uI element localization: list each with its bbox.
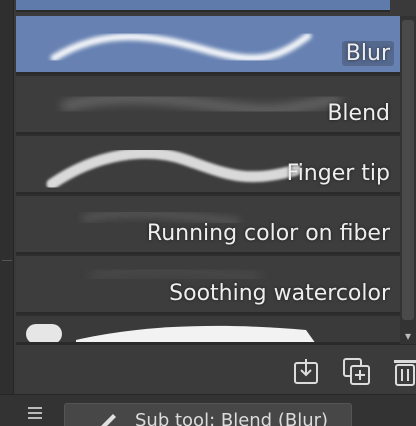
import-button[interactable] <box>292 357 322 387</box>
brush-list: Blur Blend Finger tip Running color on f… <box>16 16 400 344</box>
brush-item-soothing-watercolor[interactable]: Soothing watercolor <box>16 256 400 314</box>
brush-label: Soothing watercolor <box>169 281 390 306</box>
left-panel-edge <box>0 0 14 426</box>
current-sub-tool[interactable]: Sub tool: Blend (Blur) <box>64 403 352 426</box>
import-icon <box>294 359 318 384</box>
sub-tool-panel: Blur Blend Finger tip Running color on f… <box>0 0 416 426</box>
panel-edge-tick <box>2 260 12 261</box>
pen-icon <box>101 414 116 426</box>
brush-preview-partial <box>26 324 315 342</box>
menu-icon[interactable] <box>28 407 42 419</box>
brush-actions-toolbar <box>16 344 416 394</box>
brush-label: Finger tip <box>286 161 390 186</box>
trash-icon <box>394 360 416 386</box>
brush-item-partial[interactable] <box>16 316 400 344</box>
brush-item-blend[interactable]: Blend <box>16 76 400 134</box>
duplicate-button[interactable] <box>342 357 372 387</box>
scroll-down-icon[interactable]: ▾ <box>400 328 416 344</box>
scroll-thumb[interactable] <box>402 20 414 320</box>
brush-label: Running color on fiber <box>146 221 390 246</box>
duplicate-icon <box>343 358 370 385</box>
brush-label: Blur <box>341 41 394 66</box>
list-scrollbar[interactable]: ▾ <box>400 16 416 344</box>
brush-item-finger-tip[interactable]: Finger tip <box>16 136 400 194</box>
brush-item-running-color-on-fiber[interactable]: Running color on fiber <box>16 196 400 254</box>
current-sub-tool-label: Sub tool: Blend (Blur) <box>135 410 329 426</box>
brush-label: Blend <box>327 101 390 126</box>
bottom-bar: Sub tool: Blend (Blur) <box>0 394 416 426</box>
previous-row-remnant[interactable] <box>16 0 390 12</box>
brush-item-blur[interactable]: Blur <box>16 16 400 74</box>
delete-button[interactable] <box>392 357 416 387</box>
